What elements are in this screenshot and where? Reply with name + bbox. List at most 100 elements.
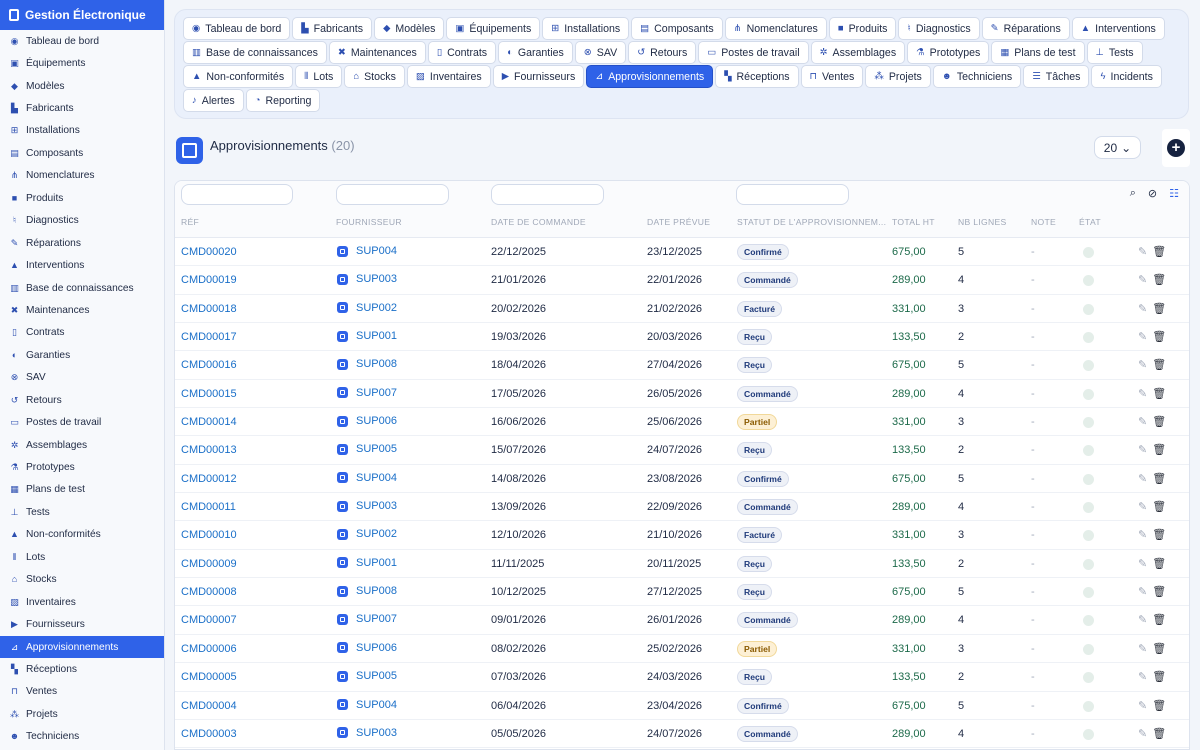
row-ref-link[interactable]: CMD00012 — [181, 473, 237, 485]
trash-icon[interactable]: 🗑 — [1152, 358, 1166, 371]
row-ref-link[interactable]: CMD00011 — [181, 501, 236, 513]
table-row[interactable]: CMD00009 SUP001 11/11/2025 20/11/2025 Reçu 13… — [175, 550, 1189, 579]
trash-icon[interactable]: 🗑 — [1152, 415, 1166, 428]
edit-icon[interactable]: ✎ — [1138, 443, 1147, 456]
sidebar-item-10[interactable]: ▲ Interventions — [0, 254, 164, 276]
table-row[interactable]: CMD00003 SUP003 05/05/2026 24/07/2026 Comman… — [175, 720, 1189, 749]
sidebar-item-4[interactable]: ⊞ Installations — [0, 120, 164, 142]
table-row[interactable]: CMD00020 SUP004 22/12/2025 23/12/2025 Confir… — [175, 238, 1189, 267]
trash-icon[interactable]: 🗑 — [1152, 727, 1166, 740]
tab-15[interactable]: ⊗ SAV — [574, 41, 627, 64]
row-supplier-link[interactable]: SUP004 — [337, 699, 397, 711]
row-supplier-link[interactable]: SUP005 — [337, 443, 397, 455]
row-supplier-link[interactable]: SUP003 — [337, 273, 397, 285]
trash-icon[interactable]: 🗑 — [1152, 642, 1166, 655]
tab-23[interactable]: ⦀ Lots — [295, 65, 343, 88]
tab-22[interactable]: ▲ Non-conformités — [183, 65, 294, 88]
row-supplier-link[interactable]: SUP005 — [337, 670, 397, 682]
filter-fournisseur-input[interactable] — [336, 184, 449, 205]
trash-icon[interactable]: 🗑 — [1152, 387, 1166, 400]
sidebar-item-22[interactable]: ▲ Non-conformités — [0, 524, 164, 546]
tab-18[interactable]: ✲ Assemblages — [810, 41, 906, 64]
tab-26[interactable]: ▶ Fournisseurs — [492, 65, 585, 88]
tab-10[interactable]: ▲ Interventions — [1071, 17, 1165, 40]
edit-icon[interactable]: ✎ — [1138, 330, 1147, 343]
row-supplier-link[interactable]: SUP003 — [337, 500, 397, 512]
tab-29[interactable]: ⊓ Ventes — [800, 65, 864, 88]
tab-21[interactable]: ⊥ Tests — [1086, 41, 1143, 64]
table-row[interactable]: CMD00010 SUP002 12/10/2026 21/10/2026 Factur… — [175, 521, 1189, 550]
trash-icon[interactable]: 🗑 — [1152, 699, 1166, 712]
tab-5[interactable]: ▤ Composants — [631, 17, 723, 40]
column-header[interactable]: DATE PRÉVUE — [647, 217, 710, 227]
tab-11[interactable]: ▥ Base de connaissances — [183, 41, 327, 64]
edit-icon[interactable]: ✎ — [1138, 642, 1147, 655]
trash-icon[interactable]: 🗑 — [1152, 472, 1166, 485]
add-record-button[interactable]: + — [1162, 129, 1190, 167]
row-supplier-link[interactable]: SUP003 — [337, 727, 397, 739]
row-supplier-link[interactable]: SUP001 — [337, 557, 397, 569]
sidebar-item-15[interactable]: ⊗ SAV — [0, 367, 164, 389]
column-header[interactable]: DATE DE COMMANDE — [491, 217, 586, 227]
row-ref-link[interactable]: CMD00010 — [181, 529, 237, 541]
filter-statut-input[interactable] — [736, 184, 849, 205]
edit-icon[interactable]: ✎ — [1138, 387, 1147, 400]
row-ref-link[interactable]: CMD00009 — [181, 558, 237, 570]
tab-0[interactable]: ◉ Tableau de bord — [183, 17, 291, 40]
filter-ref-input[interactable] — [181, 184, 293, 205]
row-ref-link[interactable]: CMD00017 — [181, 331, 237, 343]
sidebar-item-27[interactable]: ⊿ Approvisionnements — [0, 635, 164, 659]
sidebar-item-17[interactable]: ▭ Postes de travail — [0, 411, 164, 433]
tab-32[interactable]: ☰ Tâches — [1023, 65, 1090, 88]
table-row[interactable]: CMD00005 SUP005 07/03/2026 24/03/2026 Reçu 13… — [175, 663, 1189, 692]
trash-icon[interactable]: 🗑 — [1152, 443, 1166, 456]
sidebar-item-16[interactable]: ↺ Retours — [0, 389, 164, 411]
trash-icon[interactable]: 🗑 — [1152, 557, 1166, 570]
row-ref-link[interactable]: CMD00008 — [181, 586, 237, 598]
tab-30[interactable]: ⁂ Projets — [865, 65, 931, 88]
sidebar-item-3[interactable]: ▙ Fabricants — [0, 97, 164, 119]
filter-date-commande-input[interactable] — [491, 184, 604, 205]
column-header[interactable]: ÉTAT — [1079, 217, 1101, 227]
edit-icon[interactable]: ✎ — [1138, 415, 1147, 428]
row-ref-link[interactable]: CMD00015 — [181, 388, 237, 400]
row-supplier-link[interactable]: SUP007 — [337, 613, 397, 625]
sidebar-item-24[interactable]: ⌂ Stocks — [0, 569, 164, 591]
row-ref-link[interactable]: CMD00004 — [181, 700, 237, 712]
row-supplier-link[interactable]: SUP004 — [337, 245, 397, 257]
column-header[interactable]: STATUT DE L'APPROVISIONNEM... — [737, 217, 886, 227]
edit-icon[interactable]: ✎ — [1138, 472, 1147, 485]
sidebar-item-14[interactable]: ◐ Garanties — [0, 344, 164, 366]
table-row[interactable]: CMD00019 SUP003 21/01/2026 22/01/2026 Comman… — [175, 266, 1189, 295]
table-row[interactable]: CMD00008 SUP008 10/12/2025 27/12/2025 Reçu 67… — [175, 578, 1189, 607]
row-supplier-link[interactable]: SUP004 — [337, 472, 397, 484]
column-header[interactable]: TOTAL HT — [892, 217, 935, 227]
sidebar-item-18[interactable]: ✲ Assemblages — [0, 434, 164, 456]
tab-7[interactable]: ■ Produits — [828, 17, 897, 40]
sidebar-item-7[interactable]: ■ Produits — [0, 187, 164, 209]
row-ref-link[interactable]: CMD00003 — [181, 728, 237, 740]
row-supplier-link[interactable]: SUP002 — [337, 528, 397, 540]
table-row[interactable]: CMD00007 SUP007 09/01/2026 26/01/2026 Comman… — [175, 606, 1189, 635]
sidebar-item-9[interactable]: ✎ Réparations — [0, 232, 164, 254]
trash-icon[interactable]: 🗑 — [1152, 245, 1166, 258]
tab-9[interactable]: ✎ Réparations — [981, 17, 1070, 40]
sidebar-item-20[interactable]: ▦ Plans de test — [0, 479, 164, 501]
sidebar-item-5[interactable]: ▤ Composants — [0, 142, 164, 164]
tab-16[interactable]: ↺ Retours — [628, 41, 697, 64]
table-row[interactable]: CMD00014 SUP006 16/06/2026 25/06/2026 Partie… — [175, 408, 1189, 437]
row-supplier-link[interactable]: SUP002 — [337, 302, 397, 314]
tab-20[interactable]: ▦ Plans de test — [991, 41, 1085, 64]
sidebar-item-29[interactable]: ⊓ Ventes — [0, 681, 164, 703]
tab-17[interactable]: ▭ Postes de travail — [698, 41, 809, 64]
table-row[interactable]: CMD00011 SUP003 13/09/2026 22/09/2026 Comman… — [175, 493, 1189, 522]
row-ref-link[interactable]: CMD00020 — [181, 246, 237, 258]
edit-icon[interactable]: ✎ — [1138, 699, 1147, 712]
tab-25[interactable]: ▨ Inventaires — [406, 65, 491, 88]
row-supplier-link[interactable]: SUP006 — [337, 642, 397, 654]
tab-19[interactable]: ⚗ Prototypes — [907, 41, 990, 64]
tab-14[interactable]: ◐ Garanties — [498, 41, 573, 64]
clear-filter-icon[interactable]: ⊘ — [1148, 187, 1157, 200]
tab-35[interactable]: ◔ Reporting — [245, 89, 321, 112]
row-supplier-link[interactable]: SUP008 — [337, 358, 397, 370]
